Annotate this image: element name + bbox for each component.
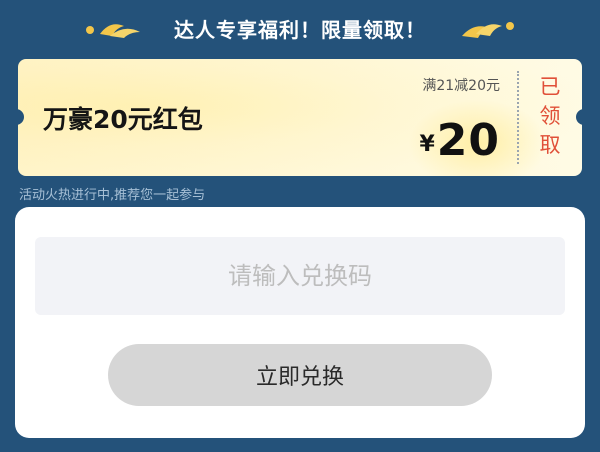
redeem-panel: 立即兑换 — [15, 207, 585, 438]
redeem-button[interactable]: 立即兑换 — [108, 344, 492, 406]
activity-hint: 活动火热进行中,推荐您一起参与 — [19, 188, 206, 203]
coupon-status-char: 已 — [539, 75, 561, 99]
coupon-status-char: 领 — [539, 104, 561, 128]
coupon-amount: ¥20 — [418, 115, 500, 166]
promo-title: 达人专享福利！限量领取！ — [174, 17, 426, 42]
promo-header: 达人专享福利！限量领取！ — [0, 0, 600, 56]
coupon-status: 已 领 取 — [530, 73, 570, 160]
coupon-card: 万豪20元红包 满21减20元 ¥20 已 领 取 — [18, 59, 582, 176]
redeem-code-input[interactable] — [35, 237, 565, 315]
coupon-status-char: 取 — [539, 133, 561, 157]
coupon-notch-right — [576, 109, 582, 125]
sparkle-right-icon — [462, 22, 514, 38]
coupon-condition: 满21减20元 — [422, 78, 500, 94]
coupon-notch-left — [18, 109, 24, 125]
coupon-name: 万豪20元红包 — [43, 105, 203, 134]
coupon-divider — [517, 71, 519, 164]
sparkle-left-icon — [86, 24, 140, 38]
coupon-currency: ¥ — [419, 132, 435, 157]
coupon-value: 20 — [436, 115, 500, 166]
